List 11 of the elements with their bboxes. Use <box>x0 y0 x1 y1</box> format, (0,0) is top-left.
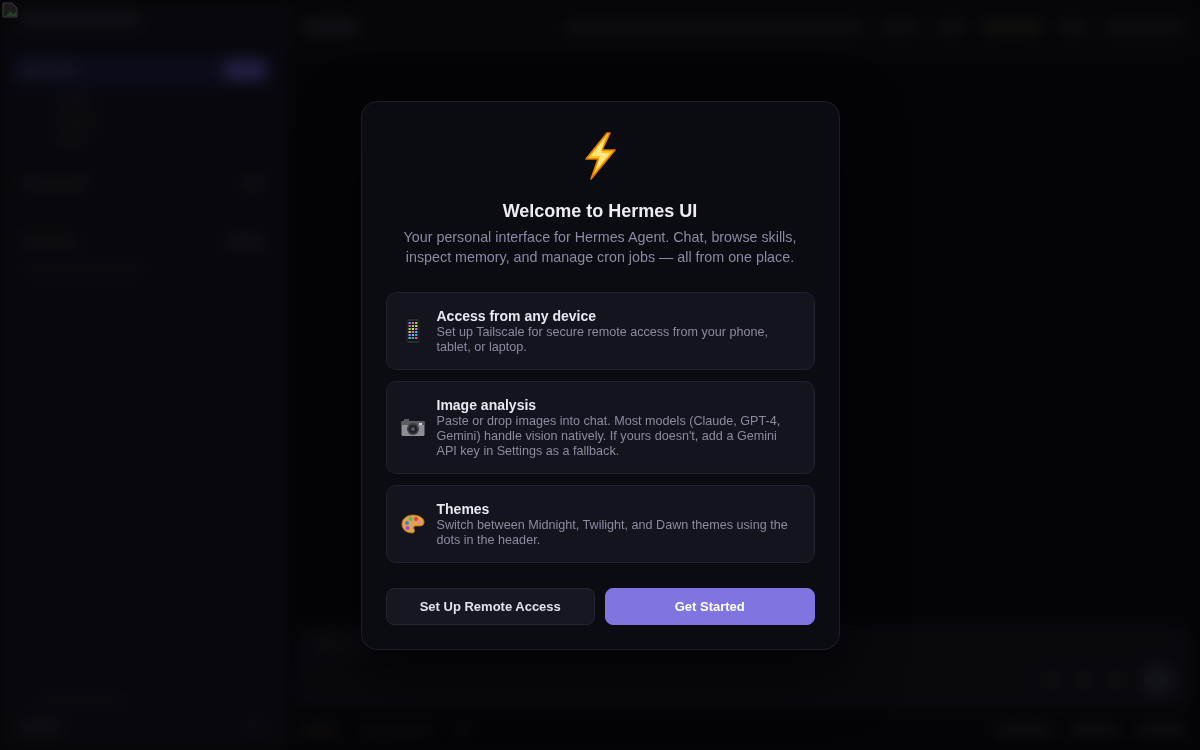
get-started-button[interactable]: Get Started <box>605 587 815 625</box>
feature-description: Switch between Midnight, Twilight, and Dawn themes using the dots in the header. <box>436 517 789 548</box>
feature-title: Access from any device <box>436 306 598 325</box>
dialog-title: Welcome to Hermes UI <box>502 199 698 222</box>
feature-description: Set up Tailscale for secure remote access from your phone, tablet, or laptop. <box>436 324 770 355</box>
feature-description: Paste or drop images into chat. Most models (Claude, GPT-4, Gemini) handle vision natively. If yours doesn't, add a Gemini API key in Settings as a fallback. <box>436 413 782 459</box>
broken-image-icon <box>2 2 18 18</box>
remote-access-button[interactable]: Set Up Remote Access <box>385 587 595 625</box>
feature-title: Themes <box>436 499 491 518</box>
dialog-subtitle: Your personal interface for Hermes Agent. Chat, browse skills, inspect memory, and manage cron jobs — all from one place. <box>402 227 798 267</box>
feature-title: Image analysis <box>436 395 538 414</box>
